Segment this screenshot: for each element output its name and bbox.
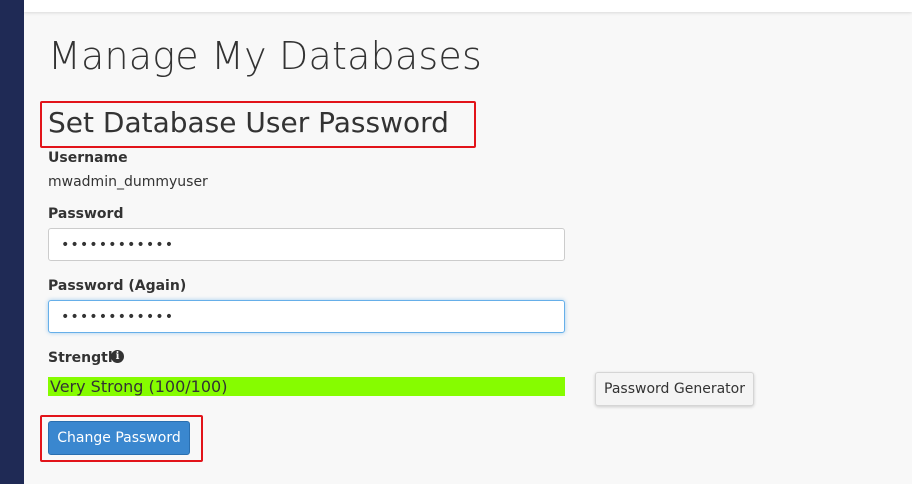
strength-text: Very Strong (100/100) xyxy=(50,377,228,396)
left-sidebar-rail xyxy=(0,0,24,484)
page-title: Manage My Databases xyxy=(48,34,482,78)
section-heading: Set Database User Password xyxy=(48,106,449,139)
username-label: Username xyxy=(48,150,128,166)
password-input[interactable] xyxy=(48,228,565,261)
strength-meter: Very Strong (100/100) xyxy=(48,377,565,396)
change-password-button[interactable]: Change Password xyxy=(48,421,190,455)
password-again-input[interactable] xyxy=(48,300,565,333)
username-value: mwadmin_dummyuser xyxy=(48,174,208,190)
info-circle-icon[interactable]: i xyxy=(111,350,124,363)
password-again-label: Password (Again) xyxy=(48,278,187,294)
top-header-bar xyxy=(24,0,912,12)
strength-label: Strength xyxy=(48,350,118,366)
password-label: Password xyxy=(48,206,124,222)
password-generator-button[interactable]: Password Generator xyxy=(595,372,754,406)
